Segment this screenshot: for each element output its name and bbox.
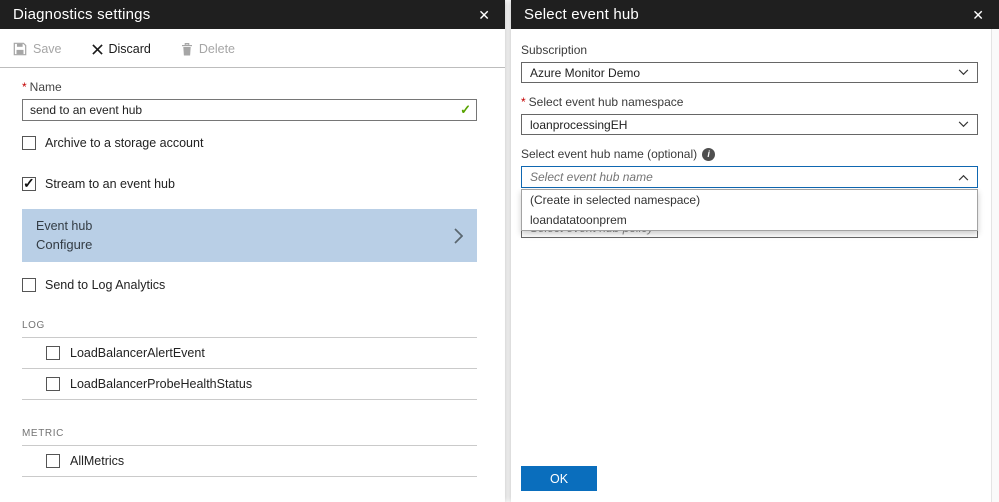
archive-label: Archive to a storage account	[45, 136, 203, 150]
scrollbar[interactable]	[991, 29, 999, 502]
subscription-value: Azure Monitor Demo	[530, 66, 640, 80]
metric-item-checkbox[interactable]	[46, 454, 60, 468]
event-hub-name-combobox-wrap: (Create in selected namespace) loandatat…	[521, 166, 978, 188]
log-analytics-label: Send to Log Analytics	[45, 278, 165, 292]
required-marker: *	[22, 80, 27, 94]
diagnostics-form: *Name ✓ Archive to a storage account ✓ S…	[0, 68, 505, 477]
log-analytics-checkbox-row: Send to Log Analytics	[22, 278, 477, 292]
close-icon[interactable]: ✕	[476, 6, 492, 24]
event-hub-configure-card[interactable]: Event hub Configure	[22, 209, 477, 262]
chevron-down-icon	[958, 69, 969, 76]
event-hub-name-dropdown-list: (Create in selected namespace) loandatat…	[521, 189, 978, 231]
name-input[interactable]	[22, 99, 477, 121]
name-label: *Name	[22, 80, 477, 94]
event-hub-name-label: Select event hub name (optional) i	[521, 147, 978, 161]
event-hub-card-title: Event hub	[36, 219, 454, 233]
namespace-value: loanprocessingEH	[530, 118, 627, 132]
subscription-label: Subscription	[521, 43, 978, 57]
event-hub-name-combobox[interactable]	[521, 166, 978, 188]
metric-section-label: METRIC	[22, 428, 477, 446]
namespace-label: * Select event hub namespace	[521, 95, 978, 109]
name-field-wrap: ✓	[22, 99, 477, 121]
table-row: LoadBalancerProbeHealthStatus	[22, 369, 477, 400]
discard-button[interactable]: Discard	[92, 42, 151, 56]
required-marker: *	[521, 95, 526, 109]
log-item-label: LoadBalancerAlertEvent	[70, 346, 205, 360]
log-item-label: LoadBalancerProbeHealthStatus	[70, 377, 252, 391]
log-item-checkbox[interactable]	[46, 346, 60, 360]
stream-checkbox[interactable]: ✓	[22, 177, 36, 191]
save-button[interactable]: Save	[13, 42, 62, 56]
chevron-up-icon	[958, 174, 969, 181]
list-item[interactable]: loandatatoonprem	[522, 210, 977, 230]
chevron-right-icon	[454, 228, 463, 244]
archive-checkbox-row: Archive to a storage account	[22, 136, 477, 150]
namespace-select[interactable]: loanprocessingEH	[521, 114, 978, 135]
save-icon	[13, 42, 27, 56]
stream-label: Stream to an event hub	[45, 177, 175, 191]
log-item-checkbox[interactable]	[46, 377, 60, 391]
close-icon[interactable]: ✕	[970, 6, 986, 24]
select-event-hub-blade: Select event hub ✕ Subscription Azure Mo…	[511, 0, 999, 502]
delete-button[interactable]: Delete	[181, 42, 235, 56]
page-title: Diagnostics settings	[13, 6, 476, 23]
checkmark-icon: ✓	[23, 175, 35, 192]
ok-button[interactable]: OK	[521, 466, 597, 491]
log-section-label: LOG	[22, 320, 477, 338]
metric-item-label: AllMetrics	[70, 454, 124, 468]
event-hub-name-input[interactable]	[530, 170, 958, 184]
discard-x-icon	[92, 44, 103, 55]
table-row: LoadBalancerAlertEvent	[22, 338, 477, 369]
diagnostics-settings-blade: Diagnostics settings ✕ Save Discard Dele…	[0, 0, 505, 502]
blade-header: Select event hub ✕	[511, 0, 999, 29]
subscription-select[interactable]: Azure Monitor Demo	[521, 62, 978, 83]
event-hub-card-text: Event hub Configure	[36, 219, 454, 252]
archive-checkbox[interactable]	[22, 136, 36, 150]
event-hub-card-action: Configure	[36, 237, 454, 252]
info-icon: i	[702, 148, 715, 161]
toolbar: Save Discard Delete	[0, 29, 505, 68]
select-event-hub-form: Subscription Azure Monitor Demo * Select…	[511, 29, 999, 502]
blade-header: Diagnostics settings ✕	[0, 0, 505, 29]
page-title: Select event hub	[524, 6, 970, 23]
table-row: AllMetrics	[22, 446, 477, 477]
log-analytics-checkbox[interactable]	[22, 278, 36, 292]
validation-check-icon: ✓	[460, 102, 471, 118]
trash-icon	[181, 42, 193, 56]
discard-label: Discard	[109, 42, 151, 56]
save-label: Save	[33, 42, 62, 56]
chevron-down-icon	[958, 121, 969, 128]
stream-checkbox-row: ✓ Stream to an event hub	[22, 177, 477, 191]
delete-label: Delete	[199, 42, 235, 56]
list-item[interactable]: (Create in selected namespace)	[522, 190, 977, 210]
